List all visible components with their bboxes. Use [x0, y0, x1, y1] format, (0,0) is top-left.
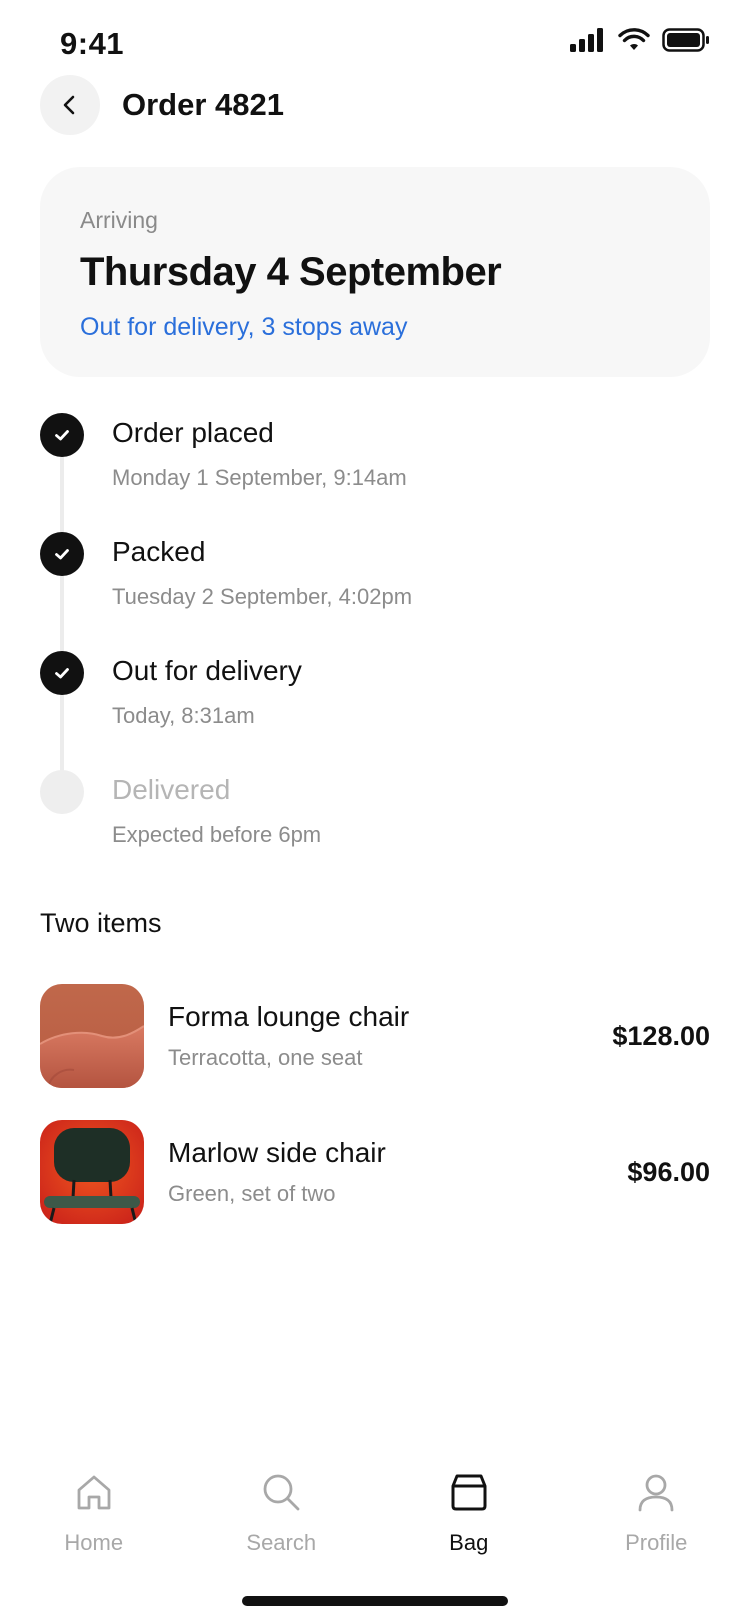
home-indicator[interactable]	[242, 1596, 508, 1606]
page-title: Order 4821	[122, 87, 284, 122]
search-icon	[263, 1474, 300, 1511]
order-timeline: Order placed Monday 1 September, 9:14am …	[40, 413, 710, 889]
tab-label: Profile	[625, 1530, 688, 1555]
status-time: 9:41	[60, 26, 125, 61]
wifi-icon	[618, 28, 650, 50]
step-title: Packed	[112, 536, 206, 567]
timeline-step: Order placed Monday 1 September, 9:14am	[40, 413, 710, 532]
item-price: $96.00	[627, 1156, 710, 1187]
battery-icon	[662, 28, 709, 52]
item-text: Forma lounge chair Terracotta, one seat	[168, 1001, 612, 1071]
timeline-step: Packed Tuesday 2 September, 4:02pm	[40, 532, 710, 651]
item-name: Forma lounge chair	[168, 1001, 410, 1032]
item-description: Green, set of two	[168, 1181, 336, 1206]
arrival-date: Thursday 4 September	[80, 250, 502, 294]
lounge-chair-image	[40, 984, 144, 1088]
tab-bag[interactable]: Bag	[394, 1470, 544, 1580]
items-section-title: Two items	[40, 908, 162, 938]
step-complete-dot	[40, 651, 84, 695]
step-subtitle: Today, 8:31am	[112, 703, 255, 728]
item-thumbnail	[40, 1120, 144, 1224]
chevron-left-icon	[63, 95, 75, 115]
item-thumbnail	[40, 984, 144, 1088]
bag-icon	[451, 1474, 487, 1511]
tab-label: Bag	[449, 1530, 489, 1555]
step-complete-dot	[40, 532, 84, 576]
tab-home[interactable]: Home	[19, 1470, 169, 1580]
back-button[interactable]	[40, 75, 100, 135]
item-price: $128.00	[612, 1020, 710, 1051]
timeline-step: Out for delivery Today, 8:31am	[40, 651, 710, 770]
step-title: Order placed	[112, 417, 274, 448]
step-subtitle: Tuesday 2 September, 4:02pm	[112, 584, 413, 609]
home-icon	[77, 1475, 111, 1510]
item-text: Marlow side chair Green, set of two	[168, 1137, 627, 1207]
tab-label: Search	[246, 1530, 317, 1555]
step-title: Delivered	[112, 774, 231, 805]
item-name: Marlow side chair	[168, 1137, 386, 1168]
delivery-status-link[interactable]: Out for delivery, 3 stops away	[80, 313, 670, 342]
order-item[interactable]: Forma lounge chair Terracotta, one seat …	[40, 984, 710, 1088]
header: Order 4821	[40, 74, 710, 136]
step-subtitle: Monday 1 September, 9:14am	[112, 465, 407, 490]
order-item[interactable]: Marlow side chair Green, set of two $96.…	[40, 1120, 710, 1224]
step-complete-dot	[40, 413, 84, 457]
side-chair-image	[40, 1120, 144, 1224]
tab-label: Home	[64, 1530, 124, 1555]
step-pending-dot	[40, 770, 84, 814]
arrival-label: Arriving	[80, 207, 158, 233]
tab-bar: Home Search Bag Profile	[0, 1470, 750, 1580]
step-title: Out for delivery	[112, 655, 302, 686]
checkmark-icon	[55, 668, 69, 679]
step-subtitle: Expected before 6pm	[112, 822, 322, 847]
arrival-card: Arriving Thursday 4 September Out for de…	[40, 167, 710, 377]
tab-profile[interactable]: Profile	[581, 1470, 731, 1580]
profile-icon	[638, 1474, 674, 1512]
cellular-signal-icon	[570, 28, 603, 52]
checkmark-icon	[55, 430, 69, 441]
timeline-step: Delivered Expected before 6pm	[40, 770, 710, 889]
checkmark-icon	[55, 549, 69, 560]
status-icons	[570, 28, 710, 52]
tab-search[interactable]: Search	[206, 1470, 356, 1580]
item-description: Terracotta, one seat	[168, 1045, 363, 1070]
